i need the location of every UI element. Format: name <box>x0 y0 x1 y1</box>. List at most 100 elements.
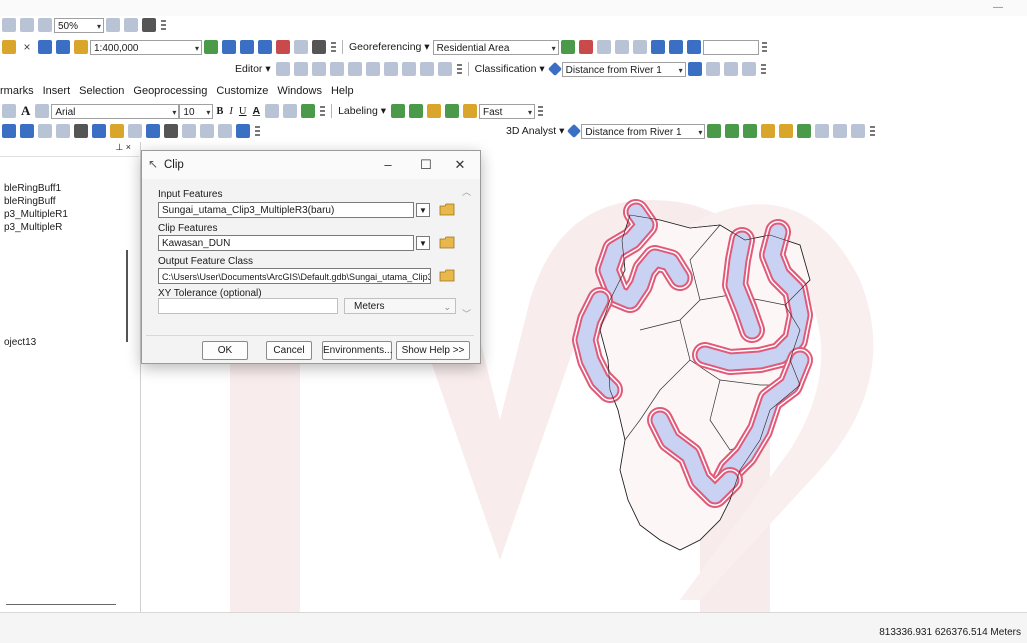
scroll-down-icon[interactable]: ﹀ <box>462 307 471 320</box>
italic-button[interactable]: I <box>229 106 233 117</box>
toc-project-item[interactable]: oject13 <box>0 336 36 349</box>
scroll-up-icon[interactable]: ︿ <box>462 185 471 198</box>
toolbar-grip[interactable] <box>760 64 766 74</box>
fit-display-icon[interactable] <box>632 40 647 54</box>
dialog-minimize-button[interactable]: – <box>378 157 398 172</box>
text-tool-icon[interactable]: A <box>21 103 30 119</box>
search-window-icon[interactable] <box>258 40 272 54</box>
python-icon[interactable] <box>294 40 308 54</box>
page-icon[interactable] <box>106 18 120 32</box>
toolbar-grip[interactable] <box>538 106 543 116</box>
menu-bookmarks[interactable]: rmarks <box>0 85 34 97</box>
time-slider-icon[interactable] <box>218 124 232 138</box>
georef-blank-combo[interactable] <box>702 39 759 55</box>
classification-layer-combo[interactable]: Distance from River 1 ▾ <box>561 61 686 77</box>
editor-toolbar-icon[interactable] <box>204 40 218 54</box>
georef-layer-combo[interactable]: Residential Area ▾ <box>432 39 559 55</box>
profile-graph-icon[interactable] <box>815 124 830 138</box>
viewer-icon[interactable] <box>668 40 683 54</box>
toc-bottom-scroll[interactable] <box>6 604 116 605</box>
cancel-button[interactable]: Cancel <box>266 341 312 360</box>
interpolate-point-icon[interactable] <box>761 124 776 138</box>
classification-menu[interactable]: Classification ▾ <box>475 63 545 75</box>
steepest-path-icon[interactable] <box>725 124 740 138</box>
interpolate-polygon-icon[interactable] <box>797 124 812 138</box>
menu-geoprocessing[interactable]: Geoprocessing <box>133 85 207 97</box>
link-table-icon[interactable] <box>650 40 665 54</box>
zoom-page-icon[interactable] <box>38 18 52 32</box>
attributes-icon[interactable] <box>401 62 416 76</box>
toc-layer-item[interactable]: p3_MultipleR1 <box>0 208 120 221</box>
trace-icon[interactable] <box>329 62 344 76</box>
sketch-properties-icon[interactable] <box>419 62 434 76</box>
arctoolbox-icon[interactable] <box>276 40 290 54</box>
delete-icon[interactable]: × <box>20 40 34 54</box>
toolbar-grip[interactable] <box>320 106 326 116</box>
map-scale-combo[interactable]: 1:400,000 ▾ <box>90 39 202 55</box>
arcglobe-icon[interactable] <box>851 124 866 138</box>
dialog-maximize-button[interactable]: ☐ <box>416 157 436 173</box>
go-to-xy-icon[interactable] <box>200 124 214 138</box>
binoculars-icon[interactable] <box>164 124 178 138</box>
fill-color-icon[interactable] <box>265 104 280 118</box>
menu-insert[interactable]: Insert <box>43 85 71 97</box>
toolbar-grip[interactable] <box>161 20 166 30</box>
rotate-icon[interactable] <box>560 40 575 54</box>
histogram-icon[interactable] <box>705 62 720 76</box>
3d-analyst-menu[interactable]: 3D Analyst ▾ <box>506 125 564 137</box>
3d-analyst-layer-combo[interactable]: Distance from River 1 ▾ <box>581 123 706 139</box>
layout-icon[interactable] <box>2 18 16 32</box>
find-icon[interactable] <box>128 124 142 138</box>
labeling-menu[interactable]: Labeling ▾ <box>338 105 386 117</box>
shift-icon[interactable] <box>596 40 611 54</box>
grid-icon[interactable] <box>20 18 34 32</box>
underline-button[interactable]: U <box>239 106 247 117</box>
label-weight-icon[interactable] <box>427 104 441 118</box>
menu-windows[interactable]: Windows <box>277 85 322 97</box>
toolbar-grip[interactable] <box>255 126 260 136</box>
split-icon[interactable] <box>365 62 380 76</box>
measure-icon[interactable] <box>146 124 160 138</box>
marker-color-icon[interactable] <box>301 104 316 118</box>
route-icon[interactable] <box>182 124 196 138</box>
label-quality-combo[interactable]: Fast ▾ <box>479 103 535 119</box>
xy-tolerance-unit-select[interactable]: Meters ⌄ <box>344 298 456 314</box>
add-control-points-icon[interactable] <box>578 40 593 54</box>
line-of-sight-icon[interactable] <box>743 124 758 138</box>
output-feature-class-field[interactable]: C:\Users\User\Documents\ArcGIS\Default.g… <box>158 268 431 284</box>
scale-icon[interactable] <box>614 40 629 54</box>
environments-button[interactable]: Environments... <box>322 341 392 360</box>
scatterplot-icon[interactable] <box>723 62 738 76</box>
training-sample-icon[interactable] <box>687 62 702 76</box>
dialog-titlebar[interactable]: ↖ Clip – ☐ ✕ <box>142 151 480 179</box>
select-by-graphics-icon[interactable] <box>38 124 52 138</box>
clear-selection-icon[interactable] <box>56 124 70 138</box>
bold-button[interactable]: B <box>216 106 223 117</box>
georeferencing-menu[interactable]: Georeferencing ▾ <box>349 41 430 53</box>
input-features-field[interactable]: Sungai_utama_Clip3_MultipleR3(baru) <box>158 202 414 218</box>
folder-icon[interactable] <box>439 203 455 216</box>
folder-icon[interactable] <box>439 269 455 282</box>
toolbar-grip[interactable] <box>761 42 767 52</box>
folder-icon[interactable] <box>439 236 455 249</box>
cut-polygons-icon[interactable] <box>347 62 362 76</box>
paste-icon[interactable] <box>2 40 16 54</box>
editor-menu[interactable]: Editor ▾ <box>235 63 271 75</box>
label-manager-icon[interactable] <box>391 104 405 118</box>
font-color-button[interactable]: A <box>253 105 261 117</box>
edit-tool-icon[interactable] <box>275 62 290 76</box>
redo-icon[interactable] <box>56 40 70 54</box>
print-icon[interactable] <box>142 18 156 32</box>
model-builder-icon[interactable] <box>312 40 326 54</box>
straight-segment-icon[interactable] <box>311 62 326 76</box>
interpolate-line-icon[interactable] <box>779 124 794 138</box>
menu-selection[interactable]: Selection <box>79 85 124 97</box>
show-help-button[interactable]: Show Help >> <box>396 341 470 360</box>
rectangle-icon[interactable] <box>2 104 16 118</box>
input-features-dropdown[interactable]: ▼ <box>416 203 430 217</box>
classify-icon[interactable] <box>741 62 756 76</box>
view-unplaced-icon[interactable] <box>463 104 477 118</box>
rotate-edit-icon[interactable] <box>383 62 398 76</box>
toc-scrollbar[interactable] <box>126 250 128 342</box>
catalog-icon[interactable] <box>240 40 254 54</box>
